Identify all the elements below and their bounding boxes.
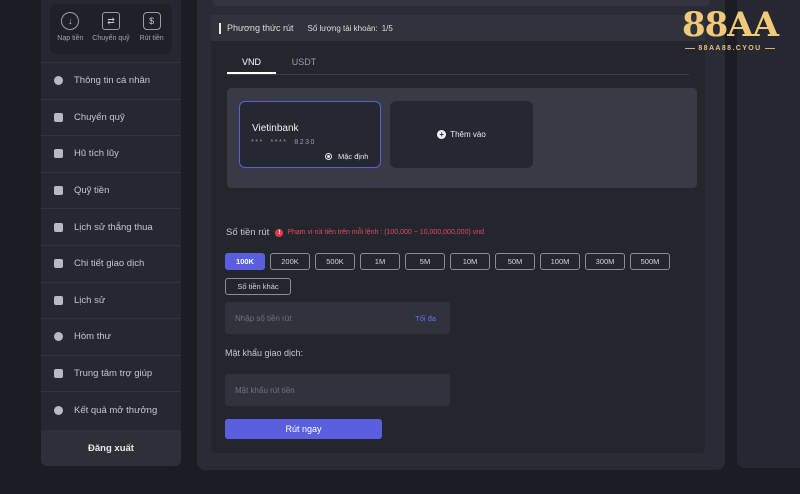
logo-wordmark: 88AA	[681, 5, 779, 45]
sidebar-item-label: Quỹ tiền	[74, 185, 110, 197]
amount-chip-200k[interactable]: 200K	[270, 253, 310, 270]
main-panel: Phương thức rút Số lượng tài khoản: 1/5 …	[197, 0, 725, 470]
sidebar: ↓ Nạp tiền ⇄ Chuyển quỹ $ Rút tiền Thông…	[41, 0, 181, 466]
withdraw-now-button[interactable]: Rút ngay	[225, 419, 382, 439]
amount-chip-100k[interactable]: 100K	[225, 253, 265, 270]
bank-card-vietinbank[interactable]: Vietinbank *** **** 8230 Mặc định	[239, 101, 381, 168]
quick-action-transfer[interactable]: ⇄ Chuyển quỹ	[92, 12, 130, 54]
quick-action-deposit[interactable]: ↓ Nạp tiền	[51, 12, 89, 54]
trophy-icon	[53, 405, 63, 415]
mail-icon	[53, 332, 63, 342]
logo-domain: 88AA88.CYOU	[698, 45, 762, 52]
sidebar-item-help-center[interactable]: Trung tâm trợ giúp	[41, 354, 181, 392]
sidebar-item-savings-jar[interactable]: Hũ tích lũy	[41, 135, 181, 172]
password-field	[225, 374, 450, 406]
amount-chip-500m[interactable]: 500M	[630, 253, 670, 270]
add-account-label: Thêm vào	[450, 130, 486, 139]
quick-action-withdraw[interactable]: $ Rút tiền	[133, 12, 171, 54]
sidebar-item-mailbox[interactable]: Hòm thư	[41, 318, 181, 355]
quick-action-label: Chuyển quỹ	[92, 35, 130, 42]
amount-chip-100m[interactable]: 100M	[540, 253, 580, 270]
sidebar-item-label: Hòm thư	[74, 331, 111, 343]
amount-chip-50m[interactable]: 50M	[495, 253, 535, 270]
transactions-icon	[53, 259, 63, 269]
withdraw-icon: $	[142, 12, 161, 30]
header-accent-bar	[219, 22, 221, 34]
amount-label: Số tiền rút	[226, 227, 270, 238]
tab-vnd[interactable]: VND	[227, 53, 276, 74]
wallet-icon: ⇄	[101, 12, 120, 30]
sidebar-item-label: Trung tâm trợ giúp	[74, 368, 153, 380]
fund-icon	[53, 186, 63, 196]
plus-icon: +	[437, 130, 447, 139]
amount-header: Số tiền rút ! Phạm vi rút tiền trên mỗi …	[226, 227, 484, 238]
amount-chip-10m[interactable]: 10M	[450, 253, 490, 270]
quick-action-label: Nạp tiền	[57, 35, 84, 42]
panel-top-edge	[213, 0, 709, 6]
radio-checked-icon	[325, 153, 332, 160]
right-panel	[737, 0, 800, 468]
sidebar-item-label: Chi tiết giao dịch	[74, 258, 145, 270]
logo-tagline: 88AA88.CYOU	[670, 45, 790, 52]
currency-tabs: VND USDT	[227, 53, 689, 75]
history-icon	[53, 222, 63, 232]
sidebar-menu: Thông tin cá nhân Chuyển quỹ Hũ tích lũy…	[41, 62, 181, 428]
user-icon	[53, 76, 63, 86]
clock-icon	[53, 295, 63, 305]
sidebar-item-label: Kết quả mở thưởng	[74, 404, 158, 416]
sidebar-item-history[interactable]: Lịch sử	[41, 281, 181, 319]
sidebar-item-transfer[interactable]: Chuyển quỹ	[41, 98, 181, 136]
deposit-icon: ↓	[61, 12, 80, 30]
jar-icon	[53, 149, 63, 159]
amount-field: Tối đa	[225, 302, 450, 334]
sidebar-item-label: Lịch sử	[74, 294, 106, 306]
amount-chip-300m[interactable]: 300M	[585, 253, 625, 270]
withdraw-method-header: Phương thức rút Số lượng tài khoản: 1/5	[211, 15, 705, 41]
quick-actions: ↓ Nạp tiền ⇄ Chuyển quỹ $ Rút tiền	[50, 4, 172, 54]
amount-chip-5m[interactable]: 5M	[405, 253, 445, 270]
sidebar-item-label: Lịch sử thắng thua	[74, 221, 153, 233]
amount-input[interactable]	[235, 313, 410, 323]
section-title: Phương thức rút	[227, 23, 294, 33]
sidebar-item-label: Hũ tích lũy	[74, 148, 119, 160]
bank-accounts: Vietinbank *** **** 8230 Mặc định + Thêm…	[227, 88, 697, 188]
brand-logo: 88AA 88AA88.CYOU	[670, 8, 790, 58]
sidebar-item-transactions[interactable]: Chi tiết giao dịch	[41, 244, 181, 282]
password-input[interactable]	[235, 385, 440, 395]
add-account-button[interactable]: + Thêm vào	[390, 101, 533, 168]
default-label: Mặc định	[338, 152, 369, 161]
default-indicator: Mặc định	[325, 152, 368, 161]
sidebar-item-label: Thông tin cá nhân	[74, 75, 151, 87]
max-amount-button[interactable]: Tối đa	[415, 314, 436, 323]
help-icon	[53, 369, 63, 379]
amount-chip-1m[interactable]: 1M	[360, 253, 400, 270]
info-icon: !	[275, 228, 284, 237]
amount-presets: 100K 200K 500K 1M 5M 10M 50M 100M 300M 5…	[225, 253, 685, 295]
withdraw-range-notice: Phạm vi rút tiền trên mỗi lệnh : (100,00…	[287, 229, 485, 236]
logout-button[interactable]: Đăng xuất	[41, 430, 181, 466]
quick-action-label: Rút tiền	[139, 35, 164, 42]
account-count: 1/5	[381, 23, 393, 33]
other-amount-chip[interactable]: Số tiền khác	[225, 278, 291, 295]
sidebar-item-fund[interactable]: Quỹ tiền	[41, 171, 181, 209]
sidebar-item-label: Chuyển quỹ	[74, 111, 125, 123]
withdraw-card: Phương thức rút Số lượng tài khoản: 1/5 …	[211, 15, 705, 453]
wallet-icon	[53, 112, 63, 122]
bank-name: Vietinbank	[252, 123, 299, 134]
tab-usdt[interactable]: USDT	[276, 53, 332, 74]
amount-chip-500k[interactable]: 500K	[315, 253, 355, 270]
password-label: Mật khẩu giao dịch:	[225, 348, 304, 358]
sidebar-item-profile[interactable]: Thông tin cá nhân	[41, 62, 181, 99]
account-count-label: Số lượng tài khoản:	[307, 23, 378, 33]
bank-account-number: *** **** 8230	[251, 139, 316, 146]
sidebar-item-win-loss-history[interactable]: Lịch sử thắng thua	[41, 208, 181, 245]
sidebar-item-lottery-results[interactable]: Kết quả mở thưởng	[41, 391, 181, 428]
